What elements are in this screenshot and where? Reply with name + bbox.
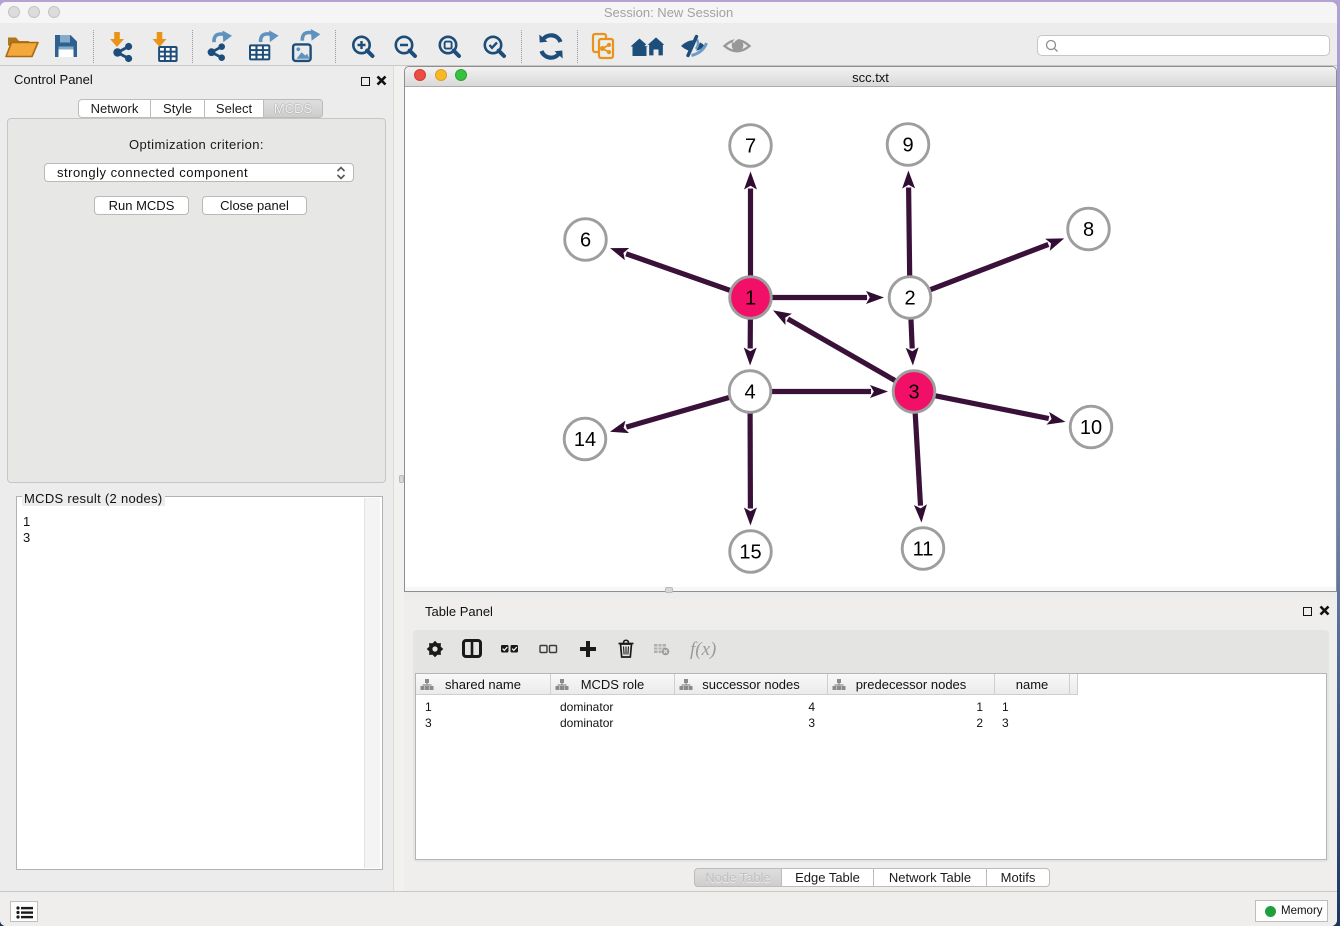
svg-text:6: 6	[580, 230, 591, 252]
svg-text:7: 7	[745, 136, 756, 158]
svg-text:1: 1	[745, 288, 756, 310]
svg-text:10: 10	[1080, 417, 1102, 439]
svg-text:9: 9	[902, 135, 913, 157]
svg-text:14: 14	[574, 429, 596, 451]
svg-text:15: 15	[739, 542, 761, 564]
svg-text:2: 2	[904, 288, 915, 310]
svg-text:11: 11	[913, 539, 934, 561]
svg-text:f(x): f(x)	[690, 639, 716, 660]
svg-text:4: 4	[744, 382, 755, 404]
svg-text:3: 3	[908, 382, 919, 404]
svg-text:8: 8	[1083, 219, 1094, 241]
